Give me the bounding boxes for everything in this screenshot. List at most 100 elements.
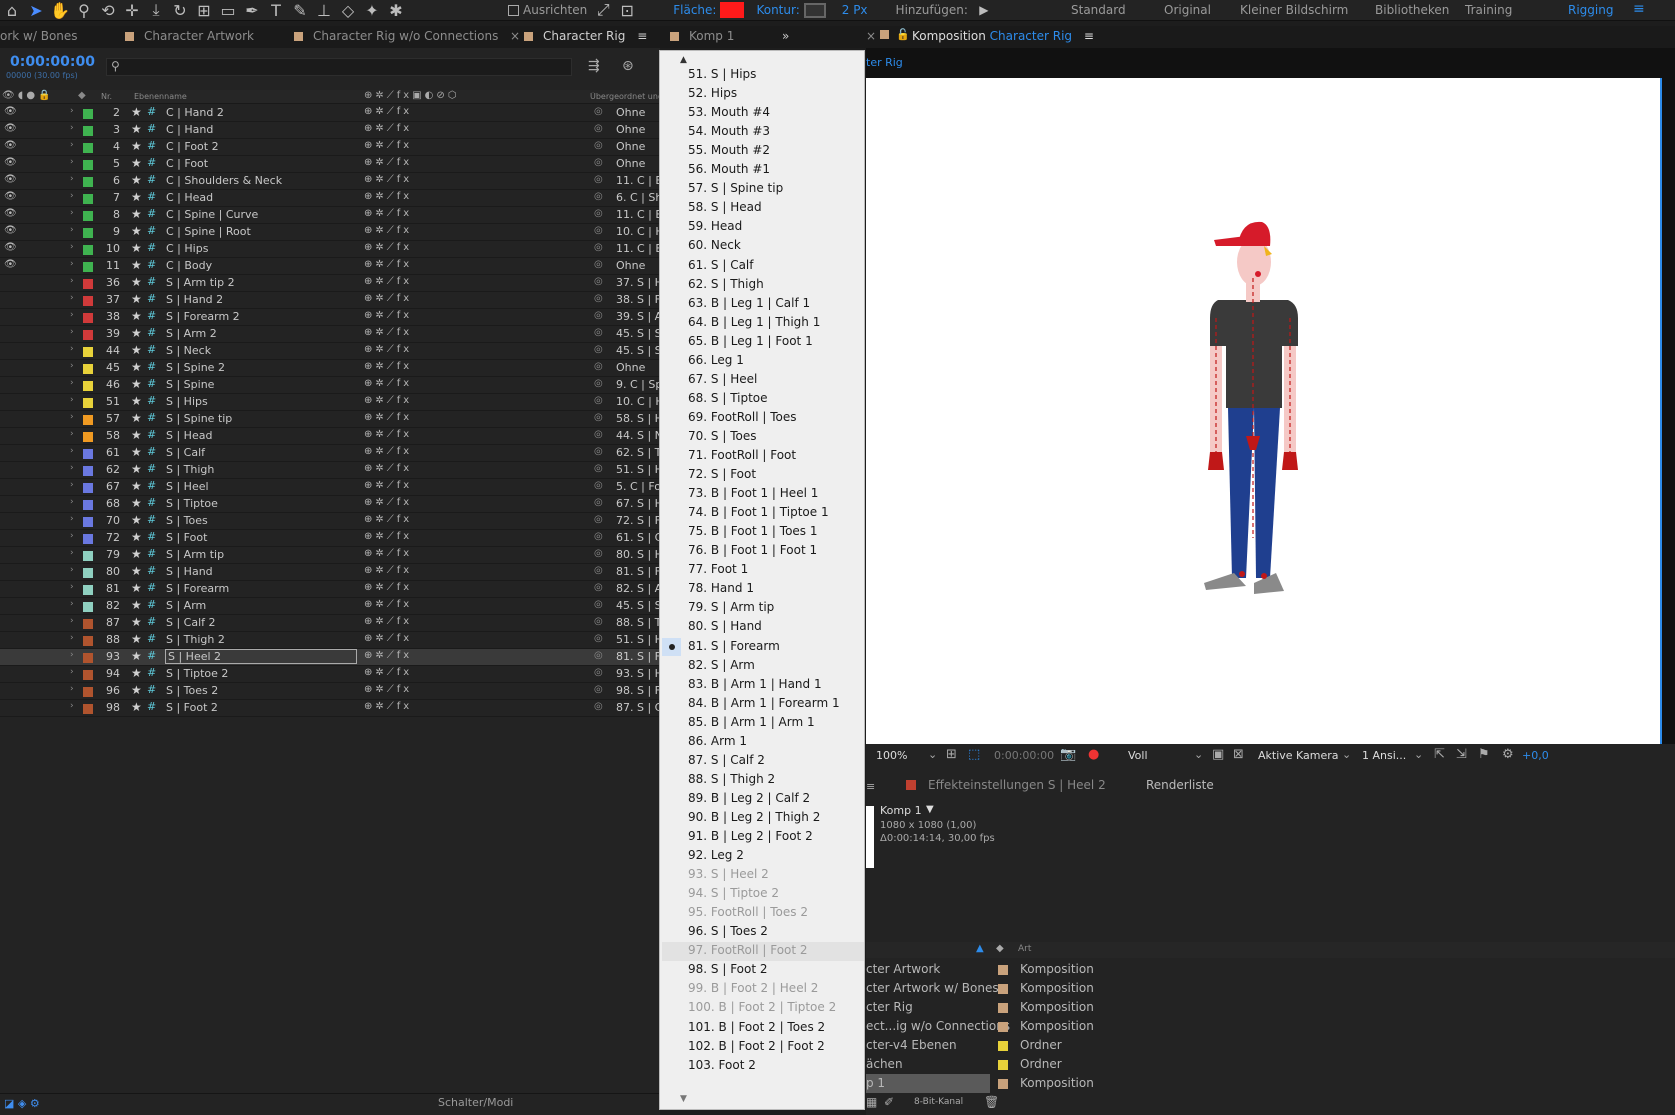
layer-label-color[interactable] [83,415,93,425]
parent-dropdown[interactable]: 81. S | Fo [616,565,660,578]
parent-menu-item[interactable]: 65. B | Leg 1 | Foot 1 [688,334,813,348]
layer-row[interactable]: › 81 ★ # S | Forearm ⊕✲⟋fx ◎ 82. S | Ar [0,581,660,598]
parent-menu-item[interactable]: 87. S | Calf 2 [688,753,765,767]
layer-name[interactable]: S | Tiptoe [166,497,218,510]
parent-menu-item[interactable]: 86. Arm 1 [688,734,747,748]
layer-label-color[interactable] [83,279,93,289]
workspace-kleiner-bildschirm[interactable]: Kleiner Bildschirm [1240,3,1348,17]
expand-arrow-icon[interactable]: › [70,361,74,371]
layer-switches-icons[interactable]: ⊕✲⟋fx [364,616,412,627]
expand-arrow-icon[interactable]: › [70,123,74,133]
layer-label-color[interactable] [83,568,93,578]
pick-whip-icon[interactable]: ◎ [594,480,603,491]
parent-menu-item[interactable]: 96. S | Toes 2 [688,924,768,938]
layer-switches-icons[interactable]: ⊕✲⟋fx [364,497,412,508]
layer-name[interactable]: S | Tiptoe 2 [166,667,228,680]
layer-row[interactable]: › 45 ★ # S | Spine 2 ⊕✲⟋fx ◎ Ohne [0,360,660,377]
layer-row[interactable]: › 94 ★ # S | Tiptoe 2 ⊕✲⟋fx ◎ 93. S | H [0,666,660,683]
parent-menu-item[interactable]: 91. B | Leg 2 | Foot 2 [688,829,813,843]
pan-tool-icon[interactable]: ✛ [122,0,142,20]
parent-dropdown[interactable]: 11. C | Bo [616,174,660,187]
parent-menu-item[interactable]: 102. B | Foot 2 | Foot 2 [688,1039,825,1053]
home-icon[interactable]: ⌂ [2,0,22,20]
parent-dropdown[interactable]: 45. S | Sp [616,344,660,357]
layer-switches-icons[interactable]: ⊕✲⟋fx [364,140,412,151]
pick-whip-icon[interactable]: ◎ [594,361,603,372]
anchor-tool-icon[interactable]: ⊞ [194,0,214,20]
parent-dropdown[interactable]: 11. C | Bo [616,242,660,255]
expand-arrow-icon[interactable]: › [70,293,74,303]
layer-name[interactable]: S | Spine tip [166,412,232,425]
layer-label-color[interactable] [83,109,93,119]
parent-dropdown[interactable]: 87. S | Ca [616,701,660,714]
layer-row[interactable]: › 38 ★ # S | Forearm 2 ⊕✲⟋fx ◎ 39. S | Ar [0,309,660,326]
project-item[interactable]: cter-v4 Ebenen Ordner [866,1036,1675,1055]
new-comp-icon[interactable]: ✐ [884,1095,894,1109]
close-tab-icon[interactable]: × [510,29,520,43]
parent-menu-item[interactable]: 63. B | Leg 1 | Calf 1 [688,296,810,310]
toggle-pixel-aspect-icon[interactable]: ⇱ [1434,747,1445,762]
layer-switches-icons[interactable]: ⊕✲⟋fx [364,565,412,576]
expand-arrow-icon[interactable]: › [70,191,74,201]
expand-arrow-icon[interactable]: › [70,616,74,626]
views-dropdown[interactable]: 1 Ansi... [1362,749,1406,762]
layer-label-color[interactable] [83,211,93,221]
layer-name[interactable]: S | Spine [166,378,214,391]
parent-menu-item[interactable]: 103. Foot 2 [688,1058,756,1072]
parent-dropdown[interactable]: Ohne [616,157,660,170]
pick-whip-icon[interactable]: ◎ [594,667,603,678]
layer-row[interactable]: › 96 ★ # S | Toes 2 ⊕✲⟋fx ◎ 98. S | Fo [0,683,660,700]
layer-name[interactable]: S | Forearm 2 [166,310,240,323]
layer-switches-icons[interactable]: ⊕✲⟋fx [364,701,412,712]
layer-name[interactable]: S | Arm 2 [166,327,217,340]
parent-dropdown[interactable]: Ohne [616,123,660,136]
nr-column-header[interactable]: Nr. [101,92,112,101]
lock-icon[interactable]: 🔓 [896,28,910,41]
layer-label-color[interactable] [83,143,93,153]
pick-whip-icon[interactable]: ◎ [594,531,603,542]
layer-name[interactable]: S | Foot [166,531,207,544]
parent-menu-item[interactable]: 54. Mouth #3 [688,124,770,138]
parent-menu-item[interactable]: 85. B | Arm 1 | Arm 1 [688,715,815,729]
panel-menu-icon[interactable]: ≡ [866,780,875,793]
layer-name[interactable]: C | Body [166,259,212,272]
layer-row[interactable]: › 98 ★ # S | Foot 2 ⊕✲⟋fx ◎ 87. S | Ca [0,700,660,717]
parent-dropdown[interactable]: 88. S | Th [616,616,660,629]
layer-row[interactable]: › 87 ★ # S | Calf 2 ⊕✲⟋fx ◎ 88. S | Th [0,615,660,632]
layer-name[interactable]: C | Hand 2 [166,106,224,119]
layer-switches-icons[interactable]: ⊕✲⟋fx [364,429,412,440]
expand-arrow-icon[interactable]: › [70,650,74,660]
viewer-timecode[interactable]: 0:00:00:00 [994,749,1054,762]
selection-tool-icon[interactable]: ➤ [26,0,46,20]
layer-row[interactable]: › 39 ★ # S | Arm 2 ⊕✲⟋fx ◎ 45. S | Sp [0,326,660,343]
project-item[interactable]: ect...ig w/o Connections Komposition [866,1017,1675,1036]
visibility-eye-icon[interactable]: 👁 [4,106,17,117]
parent-dropdown[interactable]: 45. S | Sp [616,599,660,612]
parent-menu-item[interactable]: 73. B | Foot 1 | Heel 1 [688,486,818,500]
render-queue-tab[interactable]: Renderliste [1146,778,1214,792]
layer-row[interactable]: › 44 ★ # S | Neck ⊕✲⟋fx ◎ 45. S | Sp [0,343,660,360]
snap-target-icon[interactable]: ⊡ [617,0,637,20]
visibility-eye-icon[interactable]: 👁 [4,208,17,219]
parent-menu-item[interactable]: 82. S | Arm [688,658,755,672]
layer-name[interactable]: C | Hips [166,242,208,255]
parent-dropdown[interactable]: 45. S | Sp [616,327,660,340]
pick-whip-icon[interactable]: ◎ [594,616,603,627]
draft-3d-icon[interactable]: ⊛ [622,58,634,74]
layer-row[interactable]: 👁 › 11 ★ # C | Body ⊕✲⟋fx ◎ Ohne [0,258,660,275]
parent-menu-item[interactable]: 74. B | Foot 1 | Tiptoe 1 [688,505,829,519]
layer-switches-icons[interactable]: ⊕✲⟋fx [364,106,412,117]
workspace-bibliotheken[interactable]: Bibliotheken [1375,3,1449,17]
parent-dropdown[interactable]: Ohne [616,106,660,119]
parent-dropdown[interactable]: Ohne [616,140,660,153]
layer-label-color[interactable] [83,449,93,459]
layer-name[interactable]: C | Foot 2 [166,140,219,153]
pick-whip-icon[interactable]: ◎ [594,191,603,202]
parent-menu-item[interactable]: 56. Mouth #1 [688,162,770,176]
stroke-width-value[interactable]: 2 Px [842,3,868,17]
layer-label-color[interactable] [83,602,93,612]
expand-arrow-icon[interactable]: › [70,276,74,286]
layer-switches-icons[interactable]: ⊕✲⟋fx [364,225,412,236]
parent-menu-item[interactable]: 101. B | Foot 2 | Toes 2 [688,1020,825,1034]
grid-overlay-icon[interactable]: ⊠ [1233,747,1244,762]
